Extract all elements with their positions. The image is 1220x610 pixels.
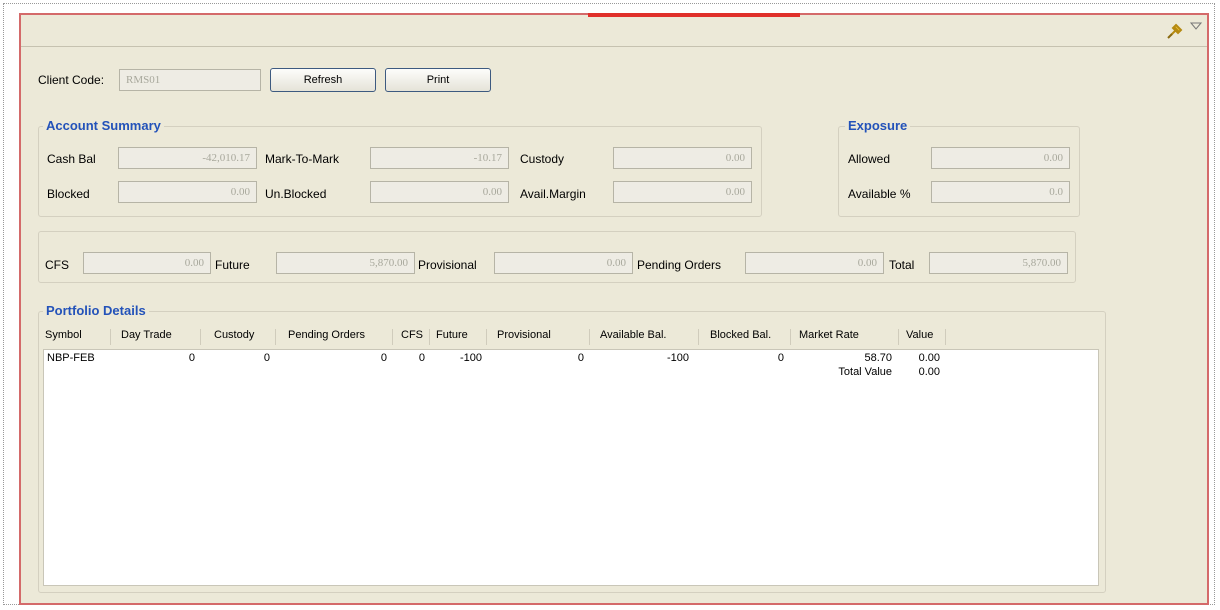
blocked-field[interactable]: 0.00 [118,181,257,203]
cell-provisional: 0 [577,352,584,364]
custody-label: Custody [520,152,565,166]
col-provisional[interactable]: Provisional [497,329,551,341]
col-value[interactable]: Value [906,329,933,341]
exposure-group [838,126,1080,217]
col-available-bal[interactable]: Available Bal. [600,329,666,341]
total-label: Total [889,258,915,272]
total-value-label: Total Value [838,366,892,378]
column-separator[interactable] [945,329,946,345]
column-separator[interactable] [429,329,430,345]
col-day-trade[interactable]: Day Trade [121,329,172,341]
unblocked-label: Un.Blocked [265,187,327,201]
custody-field[interactable]: 0.00 [613,147,752,169]
avail-margin-field[interactable]: 0.00 [613,181,752,203]
cell-custody: 0 [263,352,270,364]
portfolio-table[interactable] [43,349,1099,586]
column-separator[interactable] [589,329,590,345]
total-field[interactable]: 5,870.00 [929,252,1068,274]
avail-margin-label: Avail.Margin [520,187,586,201]
col-market-rate[interactable]: Market Rate [799,329,859,341]
provisional-label: Provisional [418,258,477,272]
account-summary-group [38,126,762,217]
available-pct-field[interactable]: 0.0 [931,181,1070,203]
client-code-field[interactable]: RMS01 [119,69,261,91]
allowed-field[interactable]: 0.00 [931,147,1070,169]
col-cfs[interactable]: CFS [401,329,423,341]
column-separator[interactable] [392,329,393,345]
portfolio-title: Portfolio Details [43,303,149,318]
col-symbol[interactable]: Symbol [45,329,82,341]
cell-cfs: 0 [418,352,425,364]
cash-bal-label: Cash Bal [47,152,96,166]
refresh-button[interactable]: Refresh [270,68,376,92]
column-separator[interactable] [200,329,201,345]
blocked-label: Blocked [47,187,90,201]
pending-orders-field[interactable]: 0.00 [745,252,884,274]
pin-icon[interactable] [1165,21,1185,41]
col-pending-orders[interactable]: Pending Orders [288,329,365,341]
column-separator[interactable] [898,329,899,345]
print-button[interactable]: Print [385,68,491,92]
account-summary-title: Account Summary [43,118,164,133]
col-custody[interactable]: Custody [214,329,254,341]
future-label: Future [215,258,250,272]
mtm-field[interactable]: -10.17 [370,147,509,169]
cell-day-trade: 0 [188,352,195,364]
unblocked-field[interactable]: 0.00 [370,181,509,203]
view-toolbar [21,15,1207,47]
column-separator[interactable] [698,329,699,345]
provisional-field[interactable]: 0.00 [494,252,633,274]
cell-blocked-bal: 0 [777,352,784,364]
available-pct-label: Available % [848,187,911,201]
column-separator[interactable] [486,329,487,345]
column-separator[interactable] [275,329,276,345]
total-value: 0.00 [918,366,940,378]
allowed-label: Allowed [848,152,891,166]
cell-value: 0.00 [918,352,940,364]
view-menu-icon[interactable] [1190,21,1202,31]
cell-pending-orders: 0 [380,352,387,364]
col-blocked-bal[interactable]: Blocked Bal. [710,329,771,341]
cell-market-rate: 58.70 [864,352,892,364]
cell-available-bal: -100 [666,352,689,364]
pending-orders-label: Pending Orders [637,258,722,272]
cash-bal-field[interactable]: -42,010.17 [118,147,257,169]
column-separator[interactable] [790,329,791,345]
future-field[interactable]: 5,870.00 [276,252,415,274]
col-future[interactable]: Future [436,329,468,341]
client-portfolio-view: Client Code: RMS01 Refresh Print Account… [19,13,1209,605]
cell-future: -100 [459,352,482,364]
column-separator[interactable] [110,329,111,345]
cfs-label: CFS [45,258,69,272]
exposure-title: Exposure [845,118,911,133]
mtm-label: Mark-To-Mark [265,152,339,166]
cfs-field[interactable]: 0.00 [83,252,211,274]
cell-symbol: NBP-FEB [47,352,95,364]
client-code-label: Client Code: [38,73,105,87]
